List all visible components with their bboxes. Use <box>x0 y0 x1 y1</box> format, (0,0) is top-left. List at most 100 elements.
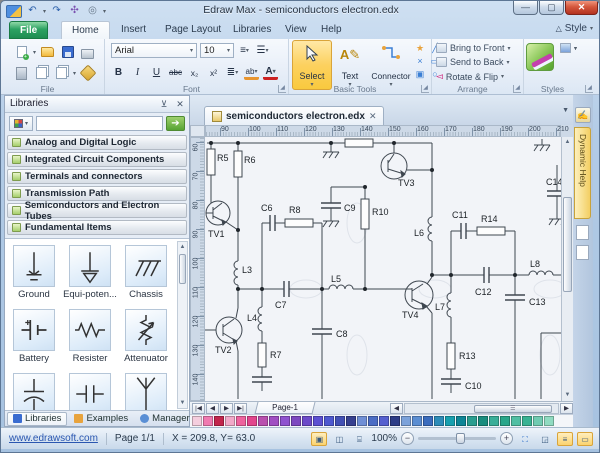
page-view-button[interactable]: ◫ <box>331 432 347 446</box>
inductor-l8[interactable] <box>529 271 553 275</box>
palette-swatch[interactable] <box>467 416 477 426</box>
pan-zoom-button[interactable]: ◲ <box>537 432 553 446</box>
resistor-r14[interactable] <box>477 227 505 235</box>
transistor-tv4[interactable] <box>405 281 433 309</box>
prev-page-button[interactable]: ◀ <box>206 403 219 414</box>
symbol-attenuator[interactable] <box>125 309 167 351</box>
capacitor-c8[interactable] <box>312 329 332 334</box>
palette-swatch[interactable] <box>368 416 378 426</box>
tab-overflow-icon[interactable]: ▼ <box>562 107 569 114</box>
capacitor-c10[interactable] <box>441 379 461 384</box>
new-document-button[interactable]: + <box>13 44 30 60</box>
font-name-select[interactable]: Arial▾ <box>111 43 197 58</box>
crop-button[interactable]: ▣ <box>413 68 427 80</box>
bottom-tab-libraries[interactable]: Libraries <box>7 412 67 426</box>
capacitor-c14[interactable] <box>547 191 561 196</box>
symbol-battery[interactable] <box>13 309 55 351</box>
last-page-button[interactable]: ▶| <box>234 403 247 414</box>
resistor-r5[interactable] <box>207 149 215 175</box>
bring-to-front-button[interactable]: Bring to Front▾ <box>436 43 511 53</box>
inductor-l5[interactable] <box>329 285 353 289</box>
palette-swatch[interactable] <box>401 416 411 426</box>
capacitor-c6[interactable] <box>270 215 275 231</box>
palette-swatch[interactable] <box>478 416 488 426</box>
inductor-l6[interactable] <box>428 217 432 275</box>
undo-button[interactable]: ↶ <box>25 4 40 18</box>
ground-symbol[interactable] <box>534 139 550 151</box>
scroll-up-icon[interactable]: ▲ <box>178 242 187 252</box>
help-page-icon[interactable] <box>576 225 589 240</box>
palette-swatch[interactable] <box>533 416 543 426</box>
font-dialog-launcher[interactable]: ◢ <box>278 85 286 93</box>
tools-button[interactable]: ✣ <box>67 4 82 18</box>
category-terminals-connectors[interactable]: Terminals and connectors <box>7 169 187 184</box>
qat-menu-button[interactable]: ▾ <box>103 8 106 15</box>
open-button[interactable] <box>39 44 56 60</box>
style-button[interactable]: △Style▾ <box>556 23 593 34</box>
palette-swatch[interactable] <box>544 416 554 426</box>
subscript-button[interactable]: x₂ <box>187 65 202 80</box>
capacitor-c9[interactable] <box>321 203 341 208</box>
line-spacing-button[interactable]: ≣▾ <box>225 65 240 80</box>
palette-swatch[interactable] <box>236 416 246 426</box>
palette-swatch[interactable] <box>511 416 521 426</box>
document-tab-close-icon[interactable]: ✕ <box>369 111 377 122</box>
erase-button[interactable]: × <box>413 55 427 67</box>
line-style-button[interactable]: ▾ <box>560 43 577 53</box>
capacitor-below-r7[interactable] <box>252 377 272 382</box>
tab-home[interactable]: Home <box>61 21 110 39</box>
format-painter-button[interactable] <box>79 65 96 81</box>
normal-view-button[interactable]: ▣ <box>311 432 327 446</box>
inductor-l4[interactable] <box>258 307 262 331</box>
capacitor-c13[interactable] <box>505 295 525 300</box>
tab-help[interactable]: Help <box>311 21 352 39</box>
page-tab[interactable]: Page-1 <box>255 402 316 414</box>
save-button[interactable] <box>59 44 76 60</box>
pin-icon[interactable]: ⊻ <box>158 98 170 110</box>
theme-styles-button[interactable] <box>526 43 554 71</box>
duplicate-button[interactable] <box>53 65 70 81</box>
category-semiconductors-tubes[interactable]: Semiconductors and Electron Tubes <box>7 203 187 218</box>
palette-swatch[interactable] <box>280 416 290 426</box>
palette-swatch[interactable] <box>258 416 268 426</box>
undo-caret-icon[interactable]: ▾ <box>43 8 46 15</box>
palette-swatch[interactable] <box>203 416 213 426</box>
paste-button[interactable] <box>13 65 30 81</box>
palette-swatch[interactable] <box>379 416 389 426</box>
fit-page-button[interactable]: ⛶ <box>517 432 533 446</box>
inductor-l7[interactable] <box>447 293 451 317</box>
palette-swatch[interactable] <box>247 416 257 426</box>
palette-swatch[interactable] <box>214 416 224 426</box>
font-color-button[interactable]: A▾ <box>263 65 278 80</box>
bottom-tab-examples[interactable]: Examples <box>69 412 133 426</box>
styles-dialog-launcher[interactable]: ◢ <box>585 85 593 93</box>
text-tool-button[interactable]: A✎ Text▾ <box>334 40 366 90</box>
symbol-polarized-capacitor[interactable] <box>13 373 55 412</box>
transistor-tv3[interactable] <box>381 153 407 179</box>
capacitor-c7[interactable] <box>284 281 289 297</box>
palette-swatch[interactable] <box>489 416 499 426</box>
hscroll-right-button[interactable]: ▶ <box>560 403 573 414</box>
document-tab[interactable]: semiconductors electron.edx ✕ <box>204 106 384 125</box>
help-page-icon[interactable] <box>576 245 589 260</box>
library-search-go-button[interactable]: ➔ <box>166 116 185 131</box>
palette-swatch[interactable] <box>269 416 279 426</box>
ground-symbol[interactable] <box>323 221 339 227</box>
palette-swatch[interactable] <box>192 416 202 426</box>
palette-swatch[interactable] <box>434 416 444 426</box>
superscript-button[interactable]: x² <box>206 65 221 80</box>
rotate-flip-button[interactable]: ◅Rotate & Flip▾ <box>436 71 504 82</box>
task-pane-toggle[interactable]: ▭ <box>577 432 593 446</box>
palette-swatch[interactable] <box>313 416 323 426</box>
underline-button[interactable]: U <box>149 65 164 80</box>
palette-swatch[interactable] <box>500 416 510 426</box>
symbol-equipotentiality[interactable] <box>69 245 111 287</box>
tab-libraries[interactable]: Libraries <box>223 21 281 39</box>
resistor-r13[interactable] <box>447 343 455 369</box>
zoom-slider-thumb[interactable] <box>456 433 465 444</box>
capacitor-c11[interactable] <box>461 223 466 239</box>
horizontal-scrollbar[interactable]: ☰ <box>404 403 559 414</box>
circuit-diagram[interactable]: R5R6 TV1L3 TV2 C6R8 C7L5 L4R7 C8 C9R10 T… <box>205 137 561 401</box>
palette-swatch[interactable] <box>522 416 532 426</box>
resistor-r10[interactable] <box>361 199 369 229</box>
